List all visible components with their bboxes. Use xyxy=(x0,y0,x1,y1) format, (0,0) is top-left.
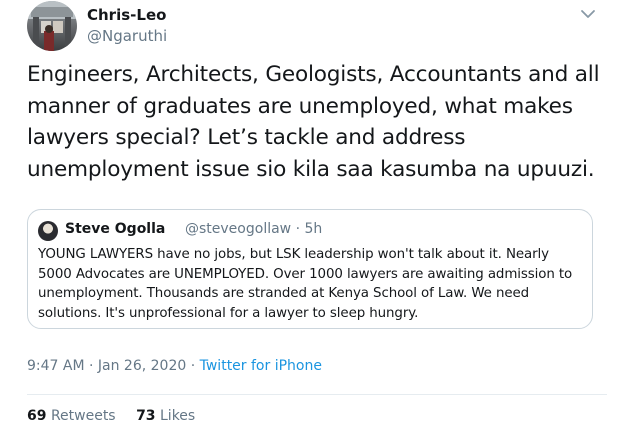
author-name[interactable]: Chris-Leo xyxy=(87,6,166,24)
likes-stat[interactable]: 73 Likes xyxy=(136,408,195,424)
likes-label: Likes xyxy=(160,408,196,424)
tweet-stats: 69 Retweets 73 Likes xyxy=(27,408,211,424)
author-avatar[interactable] xyxy=(27,1,77,51)
quoted-author-handle: @steveogollaw · 5h xyxy=(185,221,323,237)
chevron-down-icon[interactable] xyxy=(578,6,598,22)
tweet-text: Engineers, Architects, Geologists, Accou… xyxy=(27,62,600,182)
retweets-stat[interactable]: 69 Retweets xyxy=(27,408,116,424)
quoted-tweet[interactable]: Steve Ogolla @steveogollaw · 5h YOUNG LA… xyxy=(27,209,593,329)
quoted-author-avatar xyxy=(38,221,58,241)
quoted-author-name: Steve Ogolla xyxy=(65,221,166,237)
likes-count: 73 xyxy=(136,408,156,424)
quoted-tweet-text: YOUNG LAWYERS have no jobs, but LSK lead… xyxy=(38,247,573,321)
divider xyxy=(27,394,607,395)
tweet-timestamp[interactable]: 9:47 AM · Jan 26, 2020 · xyxy=(27,358,200,374)
avatar-photo xyxy=(27,1,77,51)
author-handle[interactable]: @Ngaruthi xyxy=(87,27,167,45)
retweets-count: 69 xyxy=(27,408,47,424)
retweets-label: Retweets xyxy=(50,408,116,424)
tweet-meta: 9:47 AM · Jan 26, 2020 · Twitter for iPh… xyxy=(27,358,322,374)
tweet-source[interactable]: Twitter for iPhone xyxy=(200,358,322,374)
